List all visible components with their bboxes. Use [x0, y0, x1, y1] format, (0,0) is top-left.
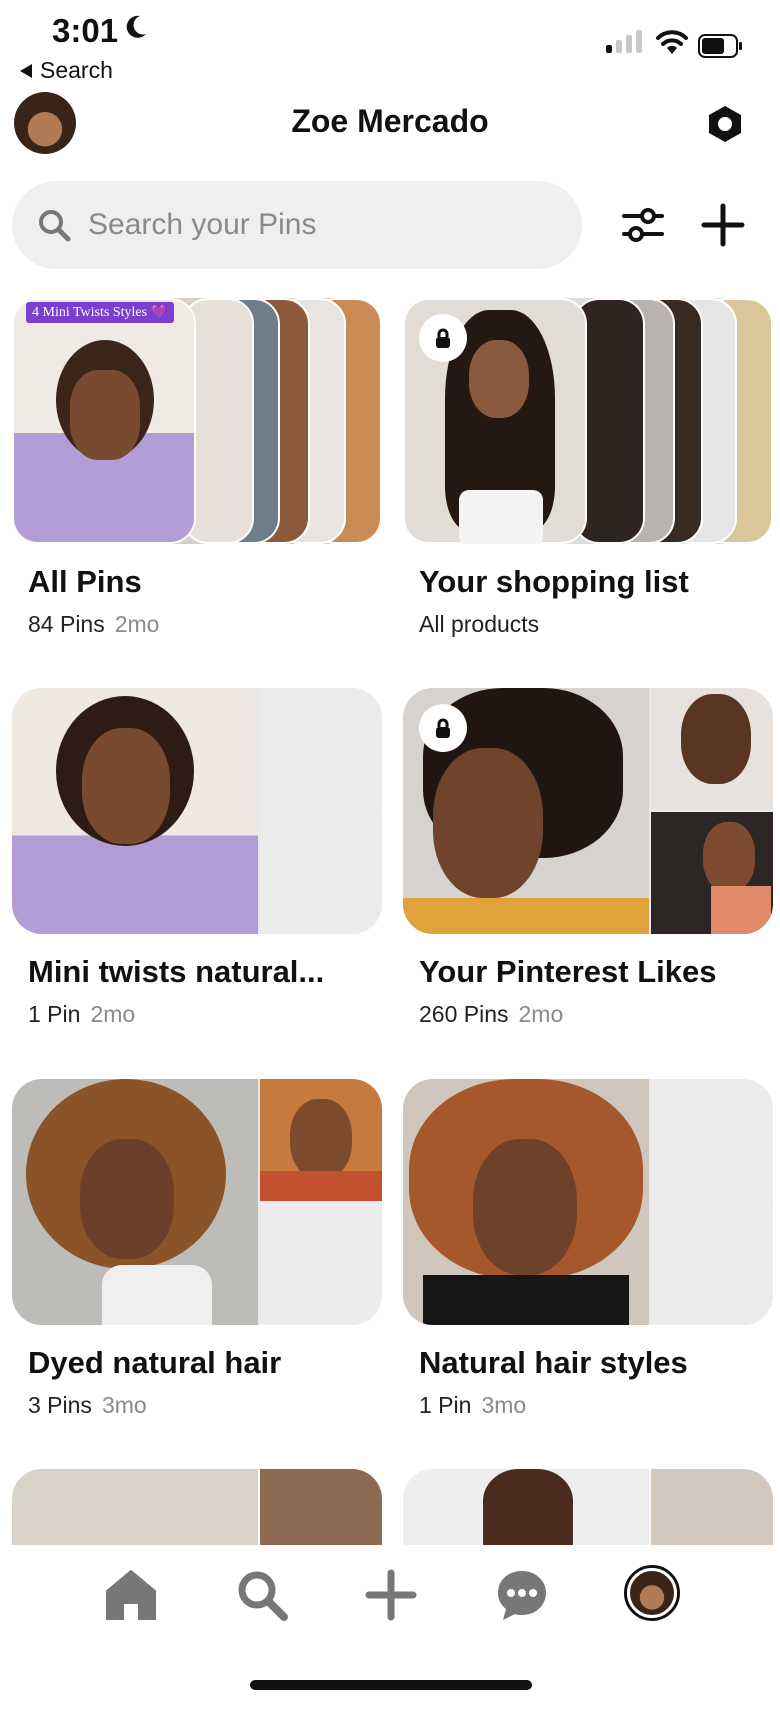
settings-hexagon-icon[interactable] [706, 105, 744, 143]
board-name: All Pins [28, 564, 142, 599]
create-board-plus-icon[interactable] [700, 202, 746, 248]
back-to-search[interactable]: Search [20, 57, 113, 84]
status-time: 3:01 [52, 12, 119, 49]
board-name: Your Pinterest Likes [419, 954, 717, 989]
board-cover [12, 1079, 382, 1325]
board-card-partial[interactable] [12, 1469, 382, 1549]
create-icon[interactable] [361, 1565, 421, 1625]
board-cover [403, 688, 773, 934]
board-name: Dyed natural hair [28, 1345, 282, 1380]
board-name: Your shopping list [419, 564, 689, 599]
moon-icon [126, 15, 146, 38]
messages-icon[interactable] [492, 1565, 552, 1625]
board-meta: 1 Pin 2mo [28, 1001, 136, 1027]
cellular-signal-icon [606, 30, 642, 53]
board-meta: 84 Pins 2mo [28, 611, 160, 637]
search-icon [39, 210, 71, 242]
wifi-icon [656, 30, 688, 54]
home-indicator [250, 1680, 532, 1690]
board-cover [12, 688, 382, 934]
page-title: Zoe Mercado [291, 103, 489, 139]
board-meta: All products [419, 611, 540, 637]
board-cover [403, 298, 773, 544]
home-icon[interactable] [101, 1565, 161, 1625]
search-bar[interactable] [12, 181, 582, 269]
board-meta: 3 Pins 3mo [28, 1392, 147, 1418]
board-card-partial[interactable] [403, 1469, 773, 1549]
board-name: Mini twists natural... [28, 954, 325, 989]
search-input[interactable] [86, 207, 550, 243]
lock-icon [419, 314, 467, 362]
battery-icon [698, 34, 742, 58]
board-badge: 4 Mini Twists Styles 💜 [26, 302, 174, 323]
search-icon[interactable] [232, 1565, 292, 1625]
back-label: Search [40, 57, 113, 83]
back-arrow-icon [20, 63, 32, 78]
board-cover: 4 Mini Twists Styles 💜 [12, 298, 382, 544]
board-name: Natural hair styles [419, 1345, 688, 1380]
board-meta: 1 Pin 3mo [419, 1392, 527, 1418]
lock-icon [419, 704, 467, 752]
board-cover [403, 1079, 773, 1325]
filter-icon[interactable] [620, 202, 666, 248]
profile-icon[interactable] [624, 1565, 680, 1621]
board-meta: 260 Pins 2mo [419, 1001, 564, 1027]
